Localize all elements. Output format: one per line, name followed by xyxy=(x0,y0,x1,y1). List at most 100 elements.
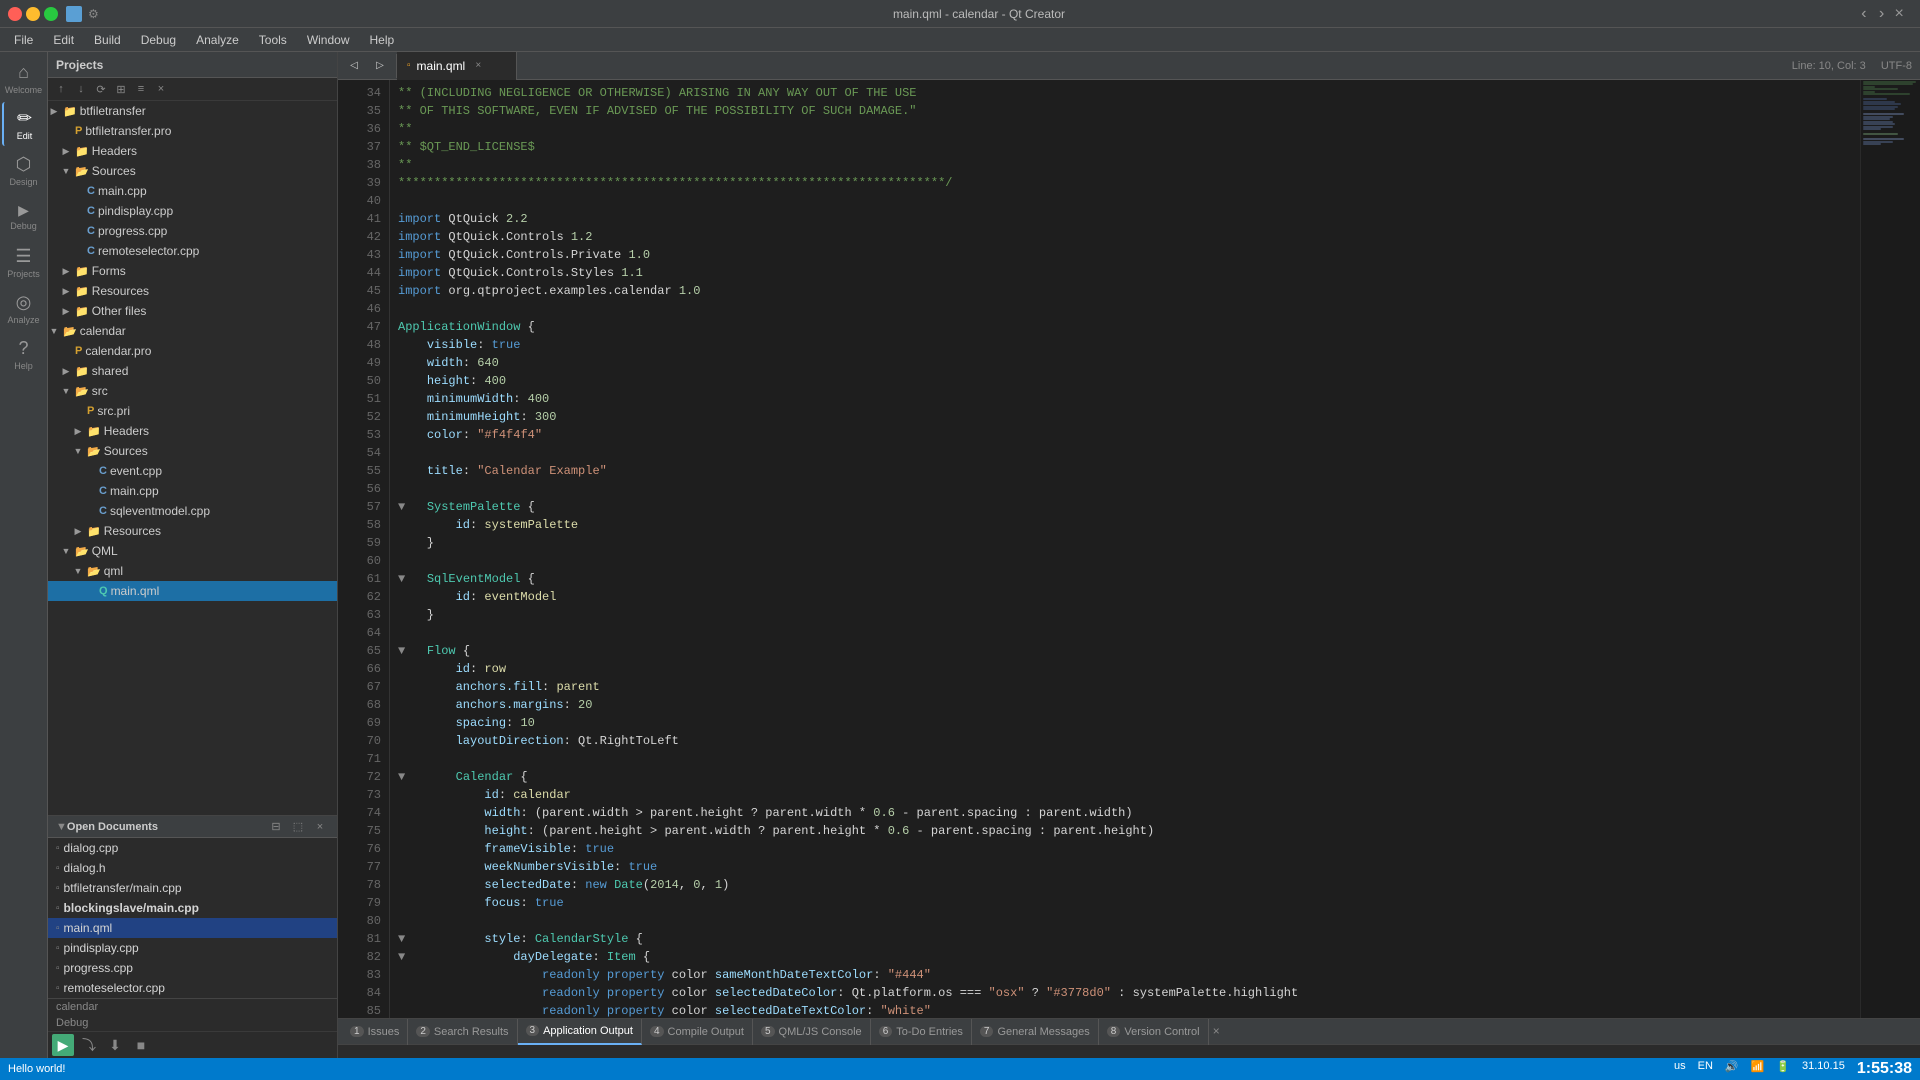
open-docs-btn3[interactable]: × xyxy=(311,818,329,836)
tree-item[interactable]: ▼📂calendar xyxy=(48,321,337,341)
menu-build[interactable]: Build xyxy=(84,31,131,49)
open-docs-btn1[interactable]: ⊟ xyxy=(267,818,285,836)
tree-item[interactable]: ▼📂qml xyxy=(48,561,337,581)
tab-bar-btn-1[interactable]: ◁ xyxy=(342,54,366,78)
code-content[interactable]: ** (INCLUDING NEGLIGENCE OR OTHERWISE) A… xyxy=(390,80,1860,1018)
menu-help[interactable]: Help xyxy=(360,31,405,49)
tree-item[interactable]: ▶📁shared xyxy=(48,361,337,381)
bottom-tab-qml[interactable]: 5 QML/JS Console xyxy=(753,1019,871,1045)
panel-btn-close[interactable]: × xyxy=(152,80,170,98)
bottom-tab-search[interactable]: 2 Search Results xyxy=(408,1019,517,1045)
doc-icon: ▫ xyxy=(56,883,60,894)
panel-btn-1[interactable]: ↑ xyxy=(52,80,70,98)
tree-item[interactable]: ▶📁Headers xyxy=(48,141,337,161)
tab-bar-btn-2[interactable]: ▷ xyxy=(368,54,392,78)
stop-button[interactable]: ■ xyxy=(130,1034,152,1056)
activity-help[interactable]: ? Help xyxy=(2,332,46,376)
menu-debug[interactable]: Debug xyxy=(131,31,186,49)
status-lang[interactable]: EN xyxy=(1698,1060,1713,1078)
activity-projects[interactable]: ☰ Projects xyxy=(2,240,46,284)
menu-window[interactable]: Window xyxy=(297,31,360,49)
status-volume-icon[interactable]: 🔊 xyxy=(1725,1060,1739,1078)
step-over-button[interactable]: ⤵ xyxy=(78,1034,100,1056)
activity-design[interactable]: ⬡ Design xyxy=(2,148,46,192)
main-qml-tab[interactable]: ▫ main.qml × xyxy=(397,52,517,80)
tree-item[interactable]: Csqleventmodel.cpp xyxy=(48,501,337,521)
nav-close-icon[interactable]: × xyxy=(1894,5,1904,23)
tree-item[interactable]: ▶📁Resources xyxy=(48,521,337,541)
tree-item-label: main.cpp xyxy=(110,484,159,498)
tree-item[interactable]: ▶📁Headers xyxy=(48,421,337,441)
bottom-tab-general[interactable]: 7 General Messages xyxy=(972,1019,1099,1045)
bottom-tab-close[interactable]: × xyxy=(1209,1025,1224,1039)
open-doc-item[interactable]: ▫progress.cpp xyxy=(48,958,337,978)
menu-tools[interactable]: Tools xyxy=(249,31,297,49)
panel-btn-3[interactable]: ⟳ xyxy=(92,80,110,98)
tree-item[interactable]: Cmain.cpp xyxy=(48,181,337,201)
activity-analyze[interactable]: ◎ Analyze xyxy=(2,286,46,330)
tree-item[interactable]: ▼📂QML xyxy=(48,541,337,561)
bottom-tab-issues[interactable]: 1 Issues xyxy=(342,1019,408,1045)
tree-file-icon: C xyxy=(87,225,95,237)
nav-forward-icon[interactable]: › xyxy=(1877,5,1887,23)
tree-item[interactable]: ▶📁Other files xyxy=(48,301,337,321)
open-doc-item[interactable]: ▫dialog.cpp xyxy=(48,838,337,858)
tree-item[interactable]: Pcalendar.pro xyxy=(48,341,337,361)
tree-arrow: ▼ xyxy=(72,445,84,457)
tree-item[interactable]: Qmain.qml xyxy=(48,581,337,601)
menu-edit[interactable]: Edit xyxy=(43,31,84,49)
tree-item[interactable]: Cmain.cpp xyxy=(48,481,337,501)
tree-item[interactable]: ▼📂Sources xyxy=(48,161,337,181)
tree-file-icon: 📁 xyxy=(75,305,89,318)
bottom-tab-vc[interactable]: 8 Version Control xyxy=(1099,1019,1209,1045)
activity-welcome[interactable]: ⌂ Welcome xyxy=(2,56,46,100)
open-doc-item[interactable]: ▫blockingslave/main.cpp xyxy=(48,898,337,918)
status-locale[interactable]: us xyxy=(1674,1060,1686,1078)
tree-item[interactable]: Cpindisplay.cpp xyxy=(48,201,337,221)
nav-back-icon[interactable]: ‹ xyxy=(1859,5,1869,23)
tree-item[interactable]: ▶📁Resources xyxy=(48,281,337,301)
open-doc-item[interactable]: ▫dialog.h xyxy=(48,858,337,878)
open-doc-item[interactable]: ▫pindisplay.cpp xyxy=(48,938,337,958)
bottom-tabs: 1 Issues 2 Search Results 3 Application … xyxy=(338,1019,1920,1045)
menu-analyze[interactable]: Analyze xyxy=(186,31,249,49)
tree-item[interactable]: Psrc.pri xyxy=(48,401,337,421)
open-doc-item[interactable]: ▫remoteselector.cpp xyxy=(48,978,337,998)
tree-item[interactable]: Pbtfiletransfer.pro xyxy=(48,121,337,141)
tree-file-icon: C xyxy=(87,245,95,257)
window-title: main.qml - calendar - Qt Creator xyxy=(99,7,1859,21)
activity-edit[interactable]: ✏ Edit xyxy=(2,102,46,146)
close-button[interactable] xyxy=(8,7,22,21)
bottom-tab-todo[interactable]: 6 To-Do Entries xyxy=(871,1019,972,1045)
tree-item[interactable]: Cprogress.cpp xyxy=(48,221,337,241)
step-in-button[interactable]: ⬇ xyxy=(104,1034,126,1056)
tree-item[interactable]: ▶📁btfiletransfer xyxy=(48,101,337,121)
editor-area: ◁ ▷ ▫ main.qml × Line: 10, Col: 3 UTF-8 … xyxy=(338,52,1920,1058)
tree-item[interactable]: ▼📂src xyxy=(48,381,337,401)
panel-btn-5[interactable]: ≡ xyxy=(132,80,150,98)
tree-item[interactable]: ▼📂Sources xyxy=(48,441,337,461)
tree-item[interactable]: Cremoteselector.cpp xyxy=(48,241,337,261)
tree-item[interactable]: Cevent.cpp xyxy=(48,461,337,481)
panel-btn-2[interactable]: ↓ xyxy=(72,80,90,98)
bottom-tab-compile[interactable]: 4 Compile Output xyxy=(642,1019,753,1045)
run-button[interactable]: ▶ xyxy=(52,1034,74,1056)
open-doc-item[interactable]: ▫main.qml xyxy=(48,918,337,938)
status-network-icon[interactable]: 📶 xyxy=(1751,1060,1765,1078)
tree-item[interactable]: ▶📁Forms xyxy=(48,261,337,281)
menu-file[interactable]: File xyxy=(4,31,43,49)
status-battery-icon[interactable]: 🔋 xyxy=(1776,1060,1790,1078)
open-docs-btn2[interactable]: ⬚ xyxy=(289,818,307,836)
bottom-tab-output[interactable]: 3 Application Output xyxy=(518,1019,642,1045)
open-doc-item[interactable]: ▫btfiletransfer/main.cpp xyxy=(48,878,337,898)
design-icon: ⬡ xyxy=(16,154,32,175)
tree-file-icon: 📂 xyxy=(75,545,89,558)
minimize-button[interactable] xyxy=(26,7,40,21)
edit-icon: ✏ xyxy=(17,108,32,129)
panel-label: calendar xyxy=(56,1001,98,1013)
doc-icon: ▫ xyxy=(56,843,60,854)
tab-close-icon[interactable]: × xyxy=(471,59,485,73)
activity-debug[interactable]: ▶ Debug xyxy=(2,194,46,238)
panel-btn-4[interactable]: ⊞ xyxy=(112,80,130,98)
maximize-button[interactable] xyxy=(44,7,58,21)
